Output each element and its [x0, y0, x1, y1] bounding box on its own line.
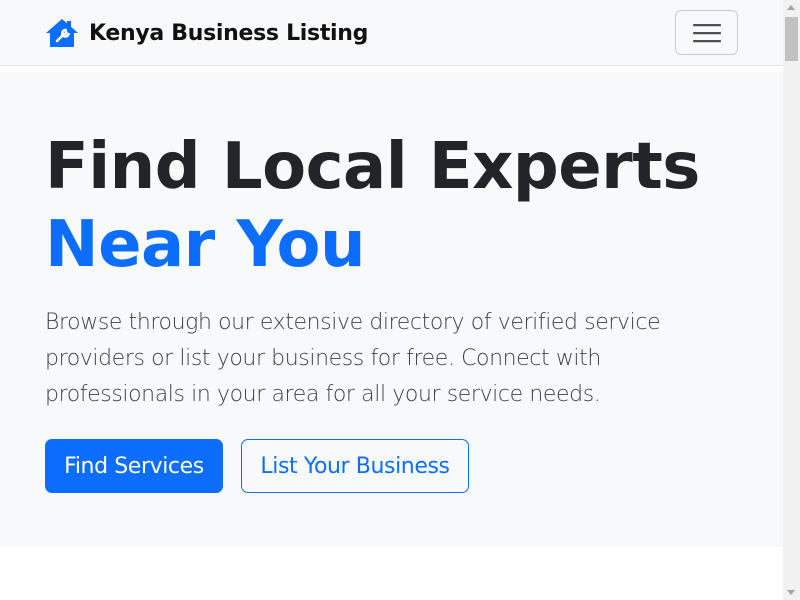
- headline-line-2-accent: Near You: [45, 208, 365, 282]
- find-services-button[interactable]: Find Services: [45, 439, 223, 493]
- house-wrench-icon: [46, 19, 78, 47]
- list-your-business-button[interactable]: List Your Business: [241, 439, 469, 493]
- scroll-down-arrow-icon[interactable]: [787, 590, 795, 595]
- headline-line-1: Find Local Experts: [45, 130, 700, 204]
- hero-section: Find Local Experts Near You Browse throu…: [0, 72, 783, 547]
- brand-name: Kenya Business Listing: [89, 20, 369, 46]
- page-viewport: Kenya Business Listing Find Local Expert…: [0, 0, 783, 600]
- hero-headline: Find Local Experts Near You: [45, 128, 700, 284]
- brand-link[interactable]: Kenya Business Listing: [45, 16, 368, 50]
- scrollbar-thumb[interactable]: [785, 17, 798, 61]
- navbar-toggler-button[interactable]: [675, 10, 738, 55]
- scroll-up-arrow-icon[interactable]: [787, 5, 795, 10]
- navbar: Kenya Business Listing: [0, 0, 783, 66]
- hero-lead-text: Browse through our extensive directory o…: [45, 310, 661, 407]
- vertical-scrollbar[interactable]: [783, 0, 800, 600]
- hamburger-menu-icon: [692, 23, 721, 42]
